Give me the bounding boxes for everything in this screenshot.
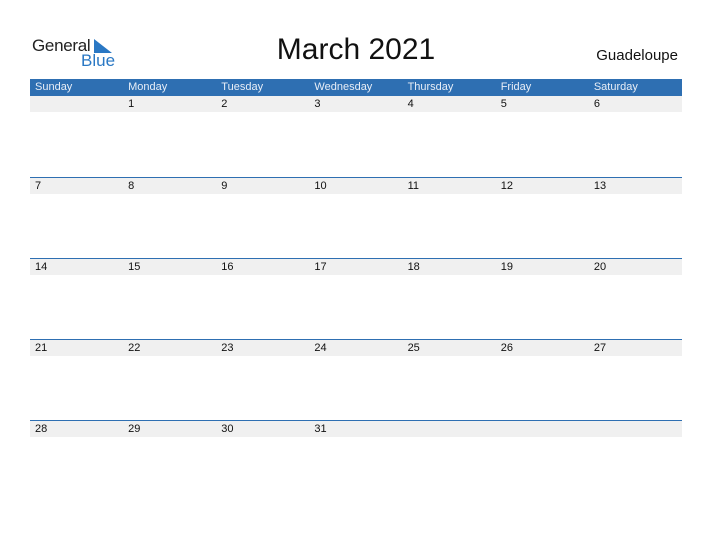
day-cell: 31 — [314, 423, 327, 435]
day-cell: 17 — [314, 261, 327, 273]
day-cell: 3 — [314, 98, 321, 110]
day-cell: 15 — [128, 261, 141, 273]
day-cell: 18 — [407, 261, 420, 273]
date-strip: 7 8 9 10 11 12 13 — [30, 178, 682, 194]
day-cell: 19 — [500, 261, 513, 273]
date-strip: 14 15 16 17 18 19 20 — [30, 259, 682, 275]
day-cell: 6 — [593, 98, 600, 110]
day-cell: 5 — [500, 98, 507, 110]
weekday-wednesday: Wednesday — [314, 81, 373, 93]
day-cell: 24 — [314, 342, 327, 354]
date-strip: 21 22 23 24 25 26 27 — [30, 340, 682, 356]
day-cell: 30 — [221, 423, 234, 435]
week-row: 1 2 3 4 5 6 — [30, 96, 682, 177]
day-cell: 25 — [407, 342, 420, 354]
day-cell — [589, 421, 682, 437]
day-cell: 26 — [500, 342, 513, 354]
day-cell: 7 — [35, 180, 42, 192]
weekday-friday: Friday — [500, 81, 532, 93]
day-cell: 9 — [221, 180, 228, 192]
day-cell: 22 — [128, 342, 141, 354]
weekday-header: Sunday Monday Tuesday Wednesday Thursday… — [30, 79, 682, 96]
day-cell — [496, 421, 589, 437]
week-row: 14 15 16 17 18 19 20 — [30, 258, 682, 339]
weekday-saturday: Saturday — [593, 81, 638, 93]
date-strip: 28 29 30 31 — [30, 421, 682, 437]
day-cell: 29 — [128, 423, 141, 435]
day-cell: 11 — [407, 180, 419, 192]
date-strip: 1 2 3 4 5 6 — [30, 96, 682, 112]
day-cell: 23 — [221, 342, 234, 354]
day-cell: 12 — [500, 180, 513, 192]
week-row: 7 8 9 10 11 12 13 — [30, 177, 682, 258]
region-label: Guadeloupe — [596, 47, 678, 64]
day-cell — [30, 96, 123, 112]
weekday-thursday: Thursday — [407, 81, 454, 93]
day-cell: 28 — [35, 423, 48, 435]
day-cell: 20 — [593, 261, 607, 273]
day-cell: 14 — [35, 261, 48, 273]
day-cell — [403, 421, 496, 437]
day-cell: 27 — [593, 342, 607, 354]
weekday-tuesday: Tuesday — [221, 81, 264, 93]
weekday-monday: Monday — [128, 81, 168, 93]
day-cell: 21 — [35, 342, 48, 354]
day-cell: 4 — [407, 98, 414, 110]
week-row: 21 22 23 24 25 26 27 — [30, 339, 682, 420]
weekday-sunday: Sunday — [35, 81, 73, 93]
day-cell: 10 — [314, 180, 327, 192]
week-row: 28 29 30 31 — [30, 420, 682, 501]
day-cell: 1 — [128, 98, 135, 110]
day-cell: 8 — [128, 180, 135, 192]
day-cell: 2 — [221, 98, 228, 110]
day-cell: 13 — [593, 180, 607, 192]
day-cell: 16 — [221, 261, 234, 273]
calendar-grid: Sunday Monday Tuesday Wednesday Thursday… — [30, 79, 682, 501]
